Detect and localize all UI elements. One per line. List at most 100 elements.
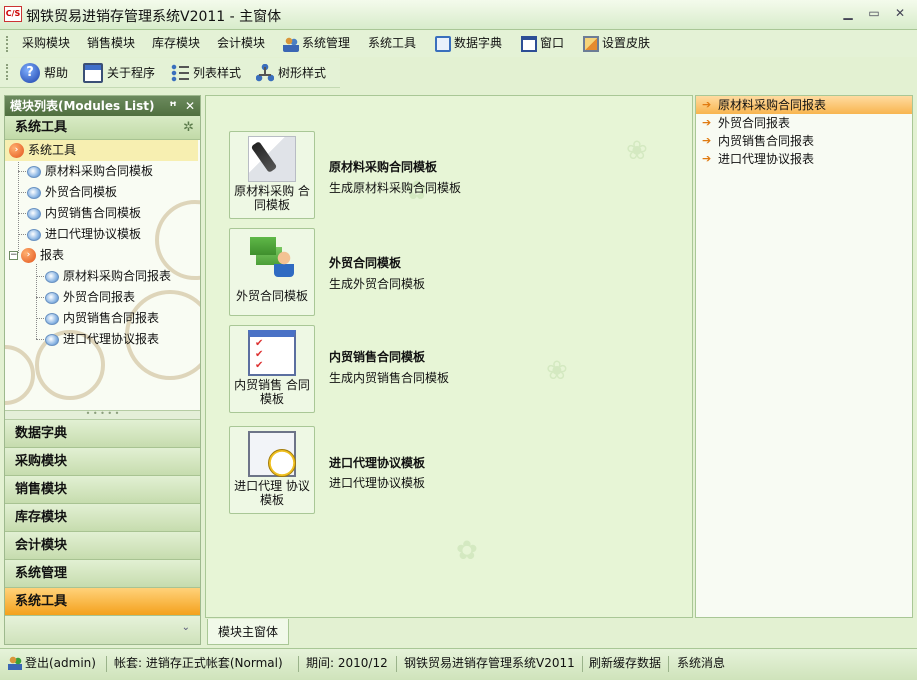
tree-node-foreign-trade-template[interactable]: 外贸合同模板: [27, 182, 117, 203]
menu-sales[interactable]: 销售模块: [87, 30, 135, 57]
module-card-import-agency[interactable]: 进口代理 协议模板: [229, 426, 315, 514]
decor-flower-icon: ✿: [456, 536, 478, 566]
system-messages-button[interactable]: 系统消息: [677, 649, 725, 677]
tree-node-import-agency-report[interactable]: 进口代理协议报表: [45, 329, 159, 350]
menu-window[interactable]: 窗口: [521, 30, 564, 57]
user-icon: [8, 656, 22, 670]
tree-group-header[interactable]: 系统工具 ✲: [5, 116, 200, 140]
report-item-import-agency[interactable]: ➔ 进口代理协议报表: [696, 150, 912, 168]
menu-grip[interactable]: [6, 36, 8, 52]
toolbar: ? 帮助 关于程序 列表样式 树形样式: [0, 58, 340, 88]
nav-group-system-tools[interactable]: 系统工具: [5, 588, 200, 616]
tree-node-reports[interactable]: − › 报表: [9, 245, 64, 266]
nav-group-system-admin[interactable]: 系统管理: [5, 560, 200, 588]
about-icon: [83, 63, 103, 83]
refresh-cache-button[interactable]: 刷新缓存数据: [589, 649, 661, 677]
decor-flower-icon: ❀: [546, 356, 568, 386]
module-title[interactable]: 进口代理协议模板: [329, 454, 425, 471]
module-list-header: 模块列表(Modules List) ꟸ ✕: [5, 96, 200, 116]
status-logout[interactable]: 登出(admin): [8, 649, 96, 677]
window-title: 钢铁贸易进销存管理系统V2011 - 主窗体: [26, 9, 282, 25]
module-title[interactable]: 原材料采购合同模板: [329, 158, 437, 175]
minimize-button[interactable]: ▁: [837, 4, 859, 22]
tree-node-domestic-sales-template[interactable]: 内贸销售合同模板: [27, 203, 141, 224]
status-divider: [668, 656, 669, 672]
nav-overflow[interactable]: ⌄: [5, 616, 200, 644]
chevron-down-icon[interactable]: ⌄: [182, 622, 190, 633]
window-icon: [521, 35, 537, 52]
menu-set-skin[interactable]: 设置皮肤: [583, 30, 650, 57]
arrow-right-icon: ➔: [702, 98, 712, 111]
window-controls: ▁ ▭ ✕: [837, 4, 911, 22]
blue-orb-icon: [45, 312, 59, 325]
folder-orb-icon: ›: [9, 143, 24, 158]
report-item-domestic-sales[interactable]: ➔ 内贸销售合同报表: [696, 132, 912, 150]
maximize-button[interactable]: ▭: [863, 4, 885, 22]
module-card-foreign-trade[interactable]: 外贸合同模板: [229, 228, 315, 316]
about-button[interactable]: 关于程序: [83, 58, 155, 88]
blue-orb-icon: [27, 165, 41, 178]
title-bar: C/S 钢铁贸易进销存管理系统V2011 - 主窗体 ▁ ▭ ✕: [0, 0, 917, 30]
nav-group-data-dictionary[interactable]: 数据字典: [5, 420, 200, 448]
module-title[interactable]: 外贸合同模板: [329, 254, 401, 271]
collapse-flower-icon[interactable]: ✲: [183, 116, 194, 140]
menu-system-admin[interactable]: 系统管理: [283, 30, 350, 57]
users-icon: [283, 35, 299, 52]
panel-splitter[interactable]: • • • • •: [5, 410, 200, 420]
module-title[interactable]: 内贸销售合同模板: [329, 348, 425, 365]
help-button[interactable]: ? 帮助: [20, 58, 68, 88]
nav-group-sales[interactable]: 销售模块: [5, 476, 200, 504]
decor-flower-icon: ❀: [626, 136, 648, 166]
menu-data-dictionary[interactable]: 数据字典: [435, 30, 502, 57]
menu-system-tools[interactable]: 系统工具: [368, 30, 416, 57]
report-item-raw-material[interactable]: ➔ 原材料采购合同报表: [696, 96, 912, 114]
nav-group-inventory[interactable]: 库存模块: [5, 504, 200, 532]
menu-inventory[interactable]: 库存模块: [152, 30, 200, 57]
list-style-button[interactable]: 列表样式: [171, 58, 241, 88]
status-divider: [396, 656, 397, 672]
module-description: 生成内贸销售合同模板: [329, 371, 450, 385]
blue-orb-icon: [27, 186, 41, 199]
close-button[interactable]: ✕: [889, 4, 911, 22]
pin-icon[interactable]: ꟸ: [166, 96, 180, 116]
close-panel-icon[interactable]: ✕: [183, 96, 197, 116]
blue-orb-icon: [45, 270, 59, 283]
tree-style-button[interactable]: 树形样式: [256, 58, 326, 88]
nav-group-accounting[interactable]: 会计模块: [5, 532, 200, 560]
arrow-right-icon: ➔: [702, 134, 712, 147]
trade-contract-icon: [248, 233, 296, 279]
collapse-toggle-icon[interactable]: −: [9, 251, 18, 260]
list-style-icon: [171, 64, 189, 82]
tree-style-icon: [256, 64, 274, 82]
tree-node-domestic-sales-report[interactable]: 内贸销售合同报表: [45, 308, 159, 329]
menu-bar: 采购模块 销售模块 库存模块 会计模块 系统管理 系统工具 数据字典 窗口 设置…: [0, 30, 917, 57]
tree-node-system-tools[interactable]: › 系统工具: [5, 140, 198, 161]
skin-icon: [583, 35, 599, 52]
decor-swirl: [5, 345, 35, 405]
tree-node-raw-material-report[interactable]: 原材料采购合同报表: [45, 266, 171, 287]
report-item-foreign-trade[interactable]: ➔ 外贸合同报表: [696, 114, 912, 132]
status-period: 期间: 2010/12: [306, 656, 388, 670]
module-tree: › 系统工具 原材料采购合同模板 外贸合同模板 内贸销售合同模板 进口代理协议模板…: [5, 140, 200, 410]
tree-node-raw-material-template[interactable]: 原材料采购合同模板: [27, 161, 153, 182]
module-card-raw-material[interactable]: 原材料采购 合同模板: [229, 131, 315, 219]
checklist-icon: [248, 330, 296, 376]
report-list-panel: ➔ 原材料采购合同报表 ➔ 外贸合同报表 ➔ 内贸销售合同报表 ➔ 进口代理协议报表: [695, 95, 913, 618]
tab-module-main-window[interactable]: 模块主窗体: [207, 619, 290, 645]
arrow-right-icon: ➔: [702, 116, 712, 129]
status-bar: 登出(admin) 帐套: 进销存正式帐套(Normal) 期间: 2010/1…: [0, 648, 917, 680]
toolbar-grip[interactable]: [6, 64, 8, 80]
module-card-domestic-sales[interactable]: 内贸销售 合同模板: [229, 325, 315, 413]
nav-group-purchase[interactable]: 采购模块: [5, 448, 200, 476]
module-main-window: ✿ ❀ ✿ ❀ 原材料采购 合同模板 原材料采购合同模板 生成原材料采购合同模板…: [205, 95, 693, 618]
status-system-name: 钢铁贸易进销存管理系统V2011: [404, 656, 575, 670]
tree-node-foreign-trade-report[interactable]: 外贸合同报表: [45, 287, 135, 308]
arrow-right-icon: ➔: [702, 152, 712, 165]
menu-accounting[interactable]: 会计模块: [217, 30, 265, 57]
app-logo-icon: C/S: [4, 6, 22, 22]
module-list-panel: 模块列表(Modules List) ꟸ ✕ 系统工具 ✲ › 系统工具 原材料采…: [4, 95, 201, 645]
blue-orb-icon: [45, 333, 59, 346]
menu-purchase[interactable]: 采购模块: [22, 30, 70, 57]
tree-node-import-agency-template[interactable]: 进口代理协议模板: [27, 224, 141, 245]
blue-orb-icon: [27, 207, 41, 220]
